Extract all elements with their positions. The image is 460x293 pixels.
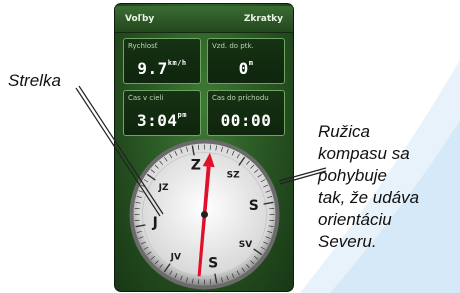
compass-rose: S JV J JZ Z SZ S SV: [129, 139, 280, 290]
speed-label: Rychlosť: [128, 42, 158, 50]
speed-field[interactable]: Rychlosť 9.7km/h: [123, 38, 201, 84]
compass-cardinal-label: JV: [170, 252, 181, 262]
gps-screen: Voľby Zkratky Rychlosť 9.7km/h Vzd. do p…: [115, 4, 293, 291]
compass-callout-line-6: Severu.: [318, 232, 377, 251]
compass-callout-line-3: pohybuje: [318, 166, 388, 185]
distance-value: 0m: [238, 59, 254, 78]
compass-cardinal-label: Z: [191, 157, 201, 173]
time-to-arrival-value: 00:00: [220, 111, 272, 130]
compass-cardinal-label: SV: [239, 240, 252, 250]
distance-label: Vzd. do ptk.: [212, 42, 254, 50]
needle-pivot: [201, 211, 208, 218]
compass-callout: Ružica kompasu sa pohybuje tak, že udáva…: [318, 121, 419, 253]
options-softkey[interactable]: Voľby: [119, 10, 160, 28]
speed-unit: km/h: [167, 59, 187, 67]
arrival-time-field[interactable]: Čas v cieli 3:04pm: [123, 90, 201, 136]
compass-callout-line-1: Ružica: [318, 122, 370, 141]
compass-callout-line-2: kompasu sa: [318, 144, 410, 163]
time-to-arrival-label: Čas do príchodu: [212, 94, 269, 102]
compass-cardinal-label: S: [208, 256, 218, 272]
arrival-time-unit: pm: [177, 111, 187, 119]
arrival-time-value: 3:04pm: [137, 111, 187, 130]
compass-callout-line-5: orientáciu: [318, 210, 392, 229]
compass-callout-line-4: tak, že udáva: [318, 188, 420, 207]
compass-cardinal-label: S: [249, 198, 259, 214]
distance-to-point-field[interactable]: Vzd. do ptk. 0m: [207, 38, 285, 84]
compass-cardinal-label: J: [152, 215, 158, 231]
speed-value: 9.7km/h: [137, 59, 187, 78]
compass-cardinal-label: JZ: [158, 183, 169, 193]
shortcuts-softkey[interactable]: Zkratky: [238, 10, 289, 28]
compass-cardinal-label: SZ: [227, 171, 240, 181]
distance-unit: m: [248, 59, 254, 67]
arrival-time-label: Čas v cieli: [128, 94, 164, 102]
arrow-callout: Strelka: [8, 71, 61, 90]
time-to-arrival-field[interactable]: Čas do príchodu 00:00: [207, 90, 285, 136]
